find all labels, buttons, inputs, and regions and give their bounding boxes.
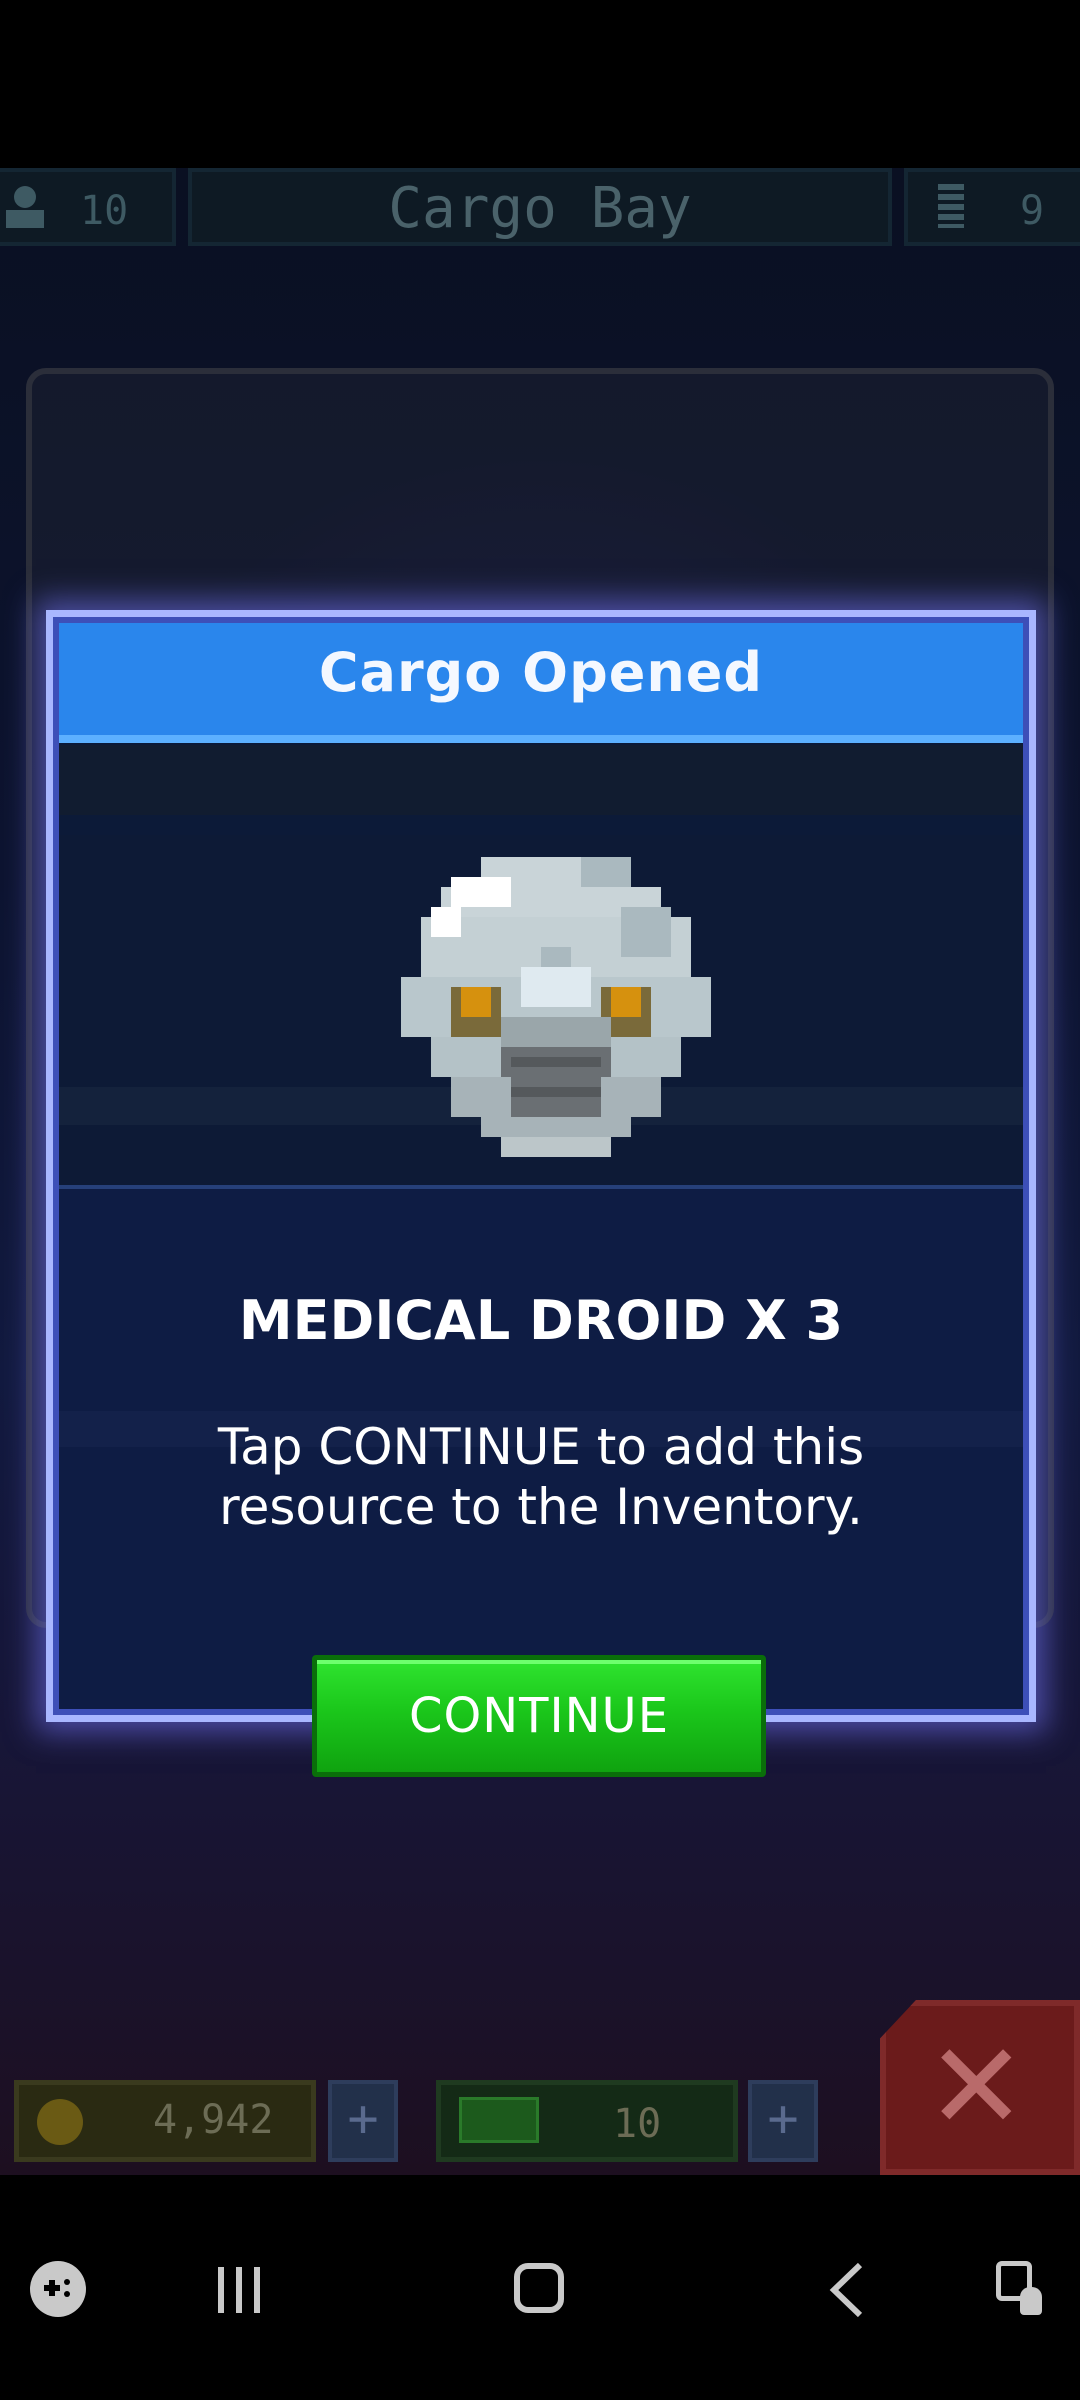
item-display-area — [59, 835, 1023, 1189]
room-title-box: Cargo Bay — [188, 168, 892, 246]
back-icon[interactable] — [822, 2261, 872, 2319]
medical-droid-icon — [401, 857, 711, 1157]
game-launcher-icon[interactable] — [30, 2261, 86, 2317]
person-icon — [14, 186, 36, 208]
elevator-icon — [938, 184, 964, 228]
header-strip — [59, 745, 1023, 815]
coins-counter: 4,942 — [14, 2080, 316, 2162]
system-navigation-bar — [0, 2175, 1080, 2400]
dialog-header: Cargo Opened — [59, 623, 1023, 743]
item-name: MEDICAL DROID X 3 — [238, 1289, 844, 1352]
token-icon — [459, 2097, 539, 2143]
coin-icon — [37, 2099, 83, 2145]
floor-count-box: 9 — [904, 168, 1080, 246]
tokens-value: 10 — [613, 2101, 662, 2147]
continue-button[interactable]: CONTINUE — [312, 1655, 766, 1777]
home-icon[interactable] — [514, 2263, 564, 2313]
room-title: Cargo Bay — [388, 176, 692, 241]
add-coins-button[interactable]: + — [328, 2080, 398, 2162]
floor-count: 9 — [1020, 188, 1045, 234]
crew-count: 10 — [80, 188, 129, 234]
coins-value: 4,942 — [153, 2097, 274, 2143]
person-body — [6, 210, 44, 228]
cargo-opened-dialog: Cargo Opened MEDICAL DROID X 3 Tap CONTI… — [46, 610, 1036, 1722]
close-button[interactable]: ✕ — [880, 2000, 1080, 2175]
recent-apps-icon[interactable] — [214, 2265, 264, 2315]
crew-count-box: 10 — [0, 168, 176, 246]
dialog-description: Tap CONTINUE to add this resource to the… — [217, 1418, 865, 1536]
assistant-icon[interactable] — [994, 2259, 1050, 2319]
add-tokens-button[interactable]: + — [748, 2080, 818, 2162]
close-icon: ✕ — [926, 2018, 1027, 2157]
tokens-counter: 10 — [436, 2080, 738, 2162]
dialog-title: Cargo Opened — [318, 641, 764, 704]
